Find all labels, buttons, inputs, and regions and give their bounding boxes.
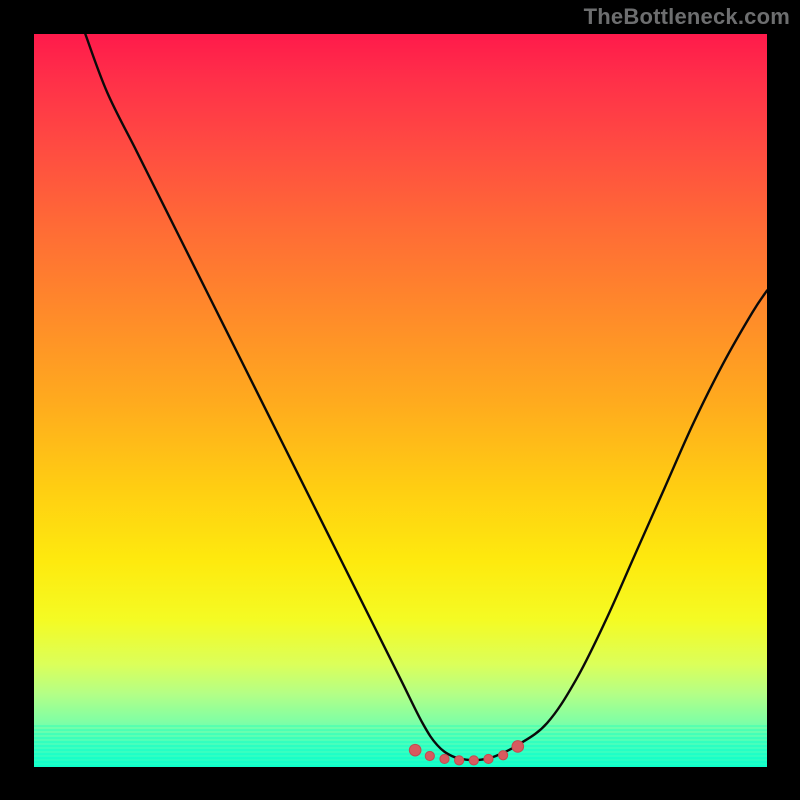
bottom-marker (484, 754, 493, 763)
bottom-marker (512, 741, 524, 753)
plot-area (34, 34, 767, 767)
bottom-marker (455, 756, 464, 765)
bottom-marker (425, 751, 434, 760)
bottom-marker (469, 756, 478, 765)
bottom-marker (409, 744, 421, 756)
bottom-marker (499, 751, 508, 760)
bottom-marker-group (409, 741, 523, 765)
bottom-marker (440, 754, 449, 763)
chart-stage: TheBottleneck.com (0, 0, 800, 800)
curve-layer (34, 34, 767, 767)
bottleneck-curve (85, 34, 767, 760)
watermark-text: TheBottleneck.com (584, 4, 790, 30)
